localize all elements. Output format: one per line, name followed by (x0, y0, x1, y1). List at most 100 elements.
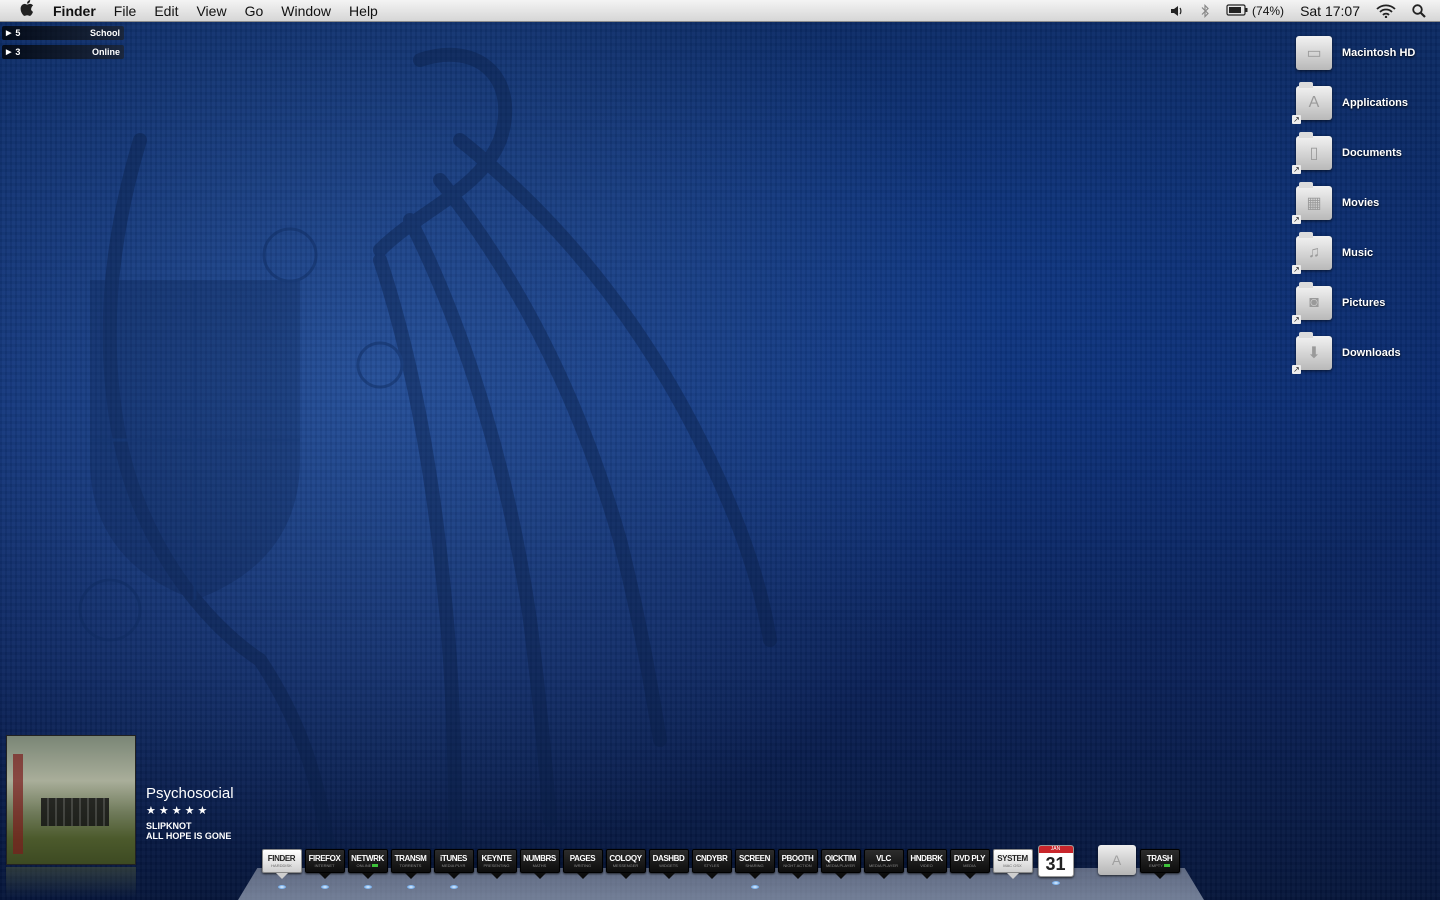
dock-item-label: DVD PLY (953, 854, 986, 863)
album-art[interactable] (6, 735, 136, 865)
desktop-icon-music[interactable]: ♫ ↗ Music (1290, 228, 1440, 278)
album-art-reflection (6, 867, 136, 897)
now-playing-widget: Psychosocial ★★★★★ SLIPKNOT ALL HOPE IS … (6, 735, 234, 897)
dock-item-pages[interactable]: PAGES WRITING (561, 849, 604, 889)
wifi-icon[interactable] (1368, 0, 1404, 22)
dock-item-numbrs[interactable]: NUMBRS MATHS (518, 849, 561, 889)
dock-item-label: PAGES (569, 854, 596, 863)
track-album: ALL HOPE IS GONE (146, 831, 232, 841)
widget-label: School (89, 28, 120, 38)
running-indicator (320, 885, 329, 889)
music-folder-icon: ♫ ↗ (1292, 232, 1332, 274)
desktop-icon-documents[interactable]: ▯ ↗ Documents (1290, 128, 1440, 178)
dock-tile: TRANSM TORRENTS (390, 849, 431, 873)
menu-bar: Finder File Edit View Go Window Help (74… (0, 0, 1440, 22)
menu-view[interactable]: View (187, 0, 235, 22)
running-indicator (406, 885, 415, 889)
dock-item-trash[interactable]: TRASH EMPTY (1138, 849, 1181, 879)
dock-item-applications-stack[interactable]: A (1095, 845, 1138, 875)
menu-finder[interactable]: Finder (44, 0, 105, 22)
dock-item-dvd-ply[interactable]: DVD PLY MEDIA (948, 849, 991, 889)
dock-item-coloqy[interactable]: COLOQY MESSENGER (604, 849, 647, 889)
volume-icon[interactable] (1162, 0, 1192, 22)
dock-pointer (404, 873, 417, 879)
dock-item-sublabel-text: TORRENTS (399, 863, 422, 868)
dock-item-cndybr[interactable]: CNDYBR STYLES (690, 849, 733, 889)
track-rating[interactable]: ★★★★★ (146, 804, 306, 817)
dock-tile: FIREFOX INTERNET (304, 849, 345, 873)
menu-edit[interactable]: Edit (145, 0, 187, 22)
dock-tile: CNDYBR STYLES (691, 849, 732, 873)
widget-online[interactable]: ▶ 3 Online (2, 45, 124, 59)
search-icon[interactable] (1404, 0, 1440, 22)
dock-item-sublabel: MEDIA PLYR (442, 863, 466, 868)
dock-item-dashbd[interactable]: DASHBD WIDGETS (647, 849, 690, 889)
dock-item-keynte[interactable]: KEYNTE PRESENTING (475, 849, 518, 889)
dock-item-label: HNDBRK (910, 854, 943, 863)
dock-tile: SYSTEM MAC OSX (992, 849, 1033, 873)
menu-help[interactable]: Help (340, 0, 387, 22)
dock-tile: VLC MEDIA PLAYER (863, 849, 904, 873)
apple-icon[interactable] (10, 0, 44, 21)
dock-item-label: COLOQY (609, 854, 642, 863)
alias-arrow-icon: ↗ (1292, 265, 1301, 274)
menu-window[interactable]: Window (272, 0, 340, 22)
dock-item-screen[interactable]: SCREEN SHARING (733, 849, 776, 889)
battery-icon (1226, 0, 1248, 22)
dock-item-sublabel: STYLES (704, 863, 719, 868)
battery-percent: (74%) (1252, 4, 1285, 18)
album-band-figures (41, 798, 109, 826)
menu-file[interactable]: File (105, 0, 146, 22)
dock-item-label: iTUNES (440, 854, 467, 863)
desktop-icon-movies[interactable]: ▦ ↗ Movies (1290, 178, 1440, 228)
dock-item-itunes[interactable]: iTUNES MEDIA PLYR (432, 849, 475, 889)
dock-item-sublabel-text: STYLES (703, 863, 720, 868)
dock-item-calendar[interactable]: JAN 31 (1034, 845, 1077, 885)
dock-item-sublabel: NIGHT ACTION (783, 863, 811, 868)
widget-count: 5 (15, 28, 21, 38)
desktop-icon-macintosh-hd[interactable]: ▭ Macintosh HD (1290, 28, 1440, 78)
dock-tile: FINDER HARDDISK (261, 849, 302, 873)
dock-pointer (662, 873, 675, 879)
desktop-icon-applications[interactable]: A ↗ Applications (1290, 78, 1440, 128)
dock-item-sublabel: WRITING (574, 863, 591, 868)
now-playing-info: Psychosocial ★★★★★ SLIPKNOT ALL HOPE IS … (146, 785, 306, 841)
disclosure-triangle-icon: ▶ (6, 30, 12, 37)
dock-item-label: PBOOTH (781, 854, 814, 863)
desktop-icon-downloads[interactable]: ⬇ ↗ Downloads (1290, 328, 1440, 378)
desktop-icon-pictures[interactable]: ◙ ↗ Pictures (1290, 278, 1440, 328)
bluetooth-icon[interactable] (1192, 0, 1218, 22)
dock-item-label: FINDER (267, 854, 296, 863)
dock-item-sublabel-text: PRESENTING (483, 863, 510, 868)
dock-pointer (748, 873, 761, 879)
calendar-icon: JAN 31 (1037, 845, 1074, 877)
dock-item-sublabel-text: MAC OSX (1003, 863, 1022, 868)
menu-go[interactable]: Go (236, 0, 273, 22)
dock-item-hndbrk[interactable]: HNDBRK VIDEO (905, 849, 948, 889)
dock-item-netwrk[interactable]: NETWRK ONLINE (346, 849, 389, 889)
dock-item-finder[interactable]: FINDER HARDDISK (260, 849, 303, 889)
dock-item-pbooth[interactable]: PBOOTH NIGHT ACTION (776, 849, 819, 889)
desktop-icon-label: Music (1342, 247, 1374, 259)
battery-status[interactable]: (74%) (1218, 0, 1292, 22)
dock-item-sublabel: EMPTY (1149, 863, 1170, 868)
calendar-month: JAN (1038, 846, 1073, 853)
dock-item-vlc[interactable]: VLC MEDIA PLAYER (862, 849, 905, 889)
documents-folder-icon: ▯ ↗ (1292, 132, 1332, 174)
dock-item-sublabel: MEDIA (963, 863, 976, 868)
dock-item-firefox[interactable]: FIREFOX INTERNET (303, 849, 346, 889)
disclosure-triangle-icon: ▶ (6, 49, 12, 56)
dock-tile: NUMBRS MATHS (519, 849, 560, 873)
dock-item-sublabel-text: HARDDISK (271, 863, 292, 868)
dock-item-system[interactable]: SYSTEM MAC OSX (991, 849, 1034, 889)
applications-folder-icon: A ↗ (1292, 82, 1332, 124)
status-led-icon (1163, 864, 1170, 867)
dock-item-label: CNDYBR (695, 854, 728, 863)
dock-item-transm[interactable]: TRANSM TORRENTS (389, 849, 432, 889)
dock-tile: QICKTIM MEDIA PLAYER (820, 849, 861, 873)
dock-item-sublabel-text: ONLINE (356, 863, 372, 868)
widget-school[interactable]: ▶ 5 School (2, 26, 124, 40)
applications-stack-icon: A (1097, 845, 1136, 875)
dock-item-qicktim[interactable]: QICKTIM MEDIA PLAYER (819, 849, 862, 889)
clock[interactable]: Sat 17:07 (1292, 0, 1368, 22)
